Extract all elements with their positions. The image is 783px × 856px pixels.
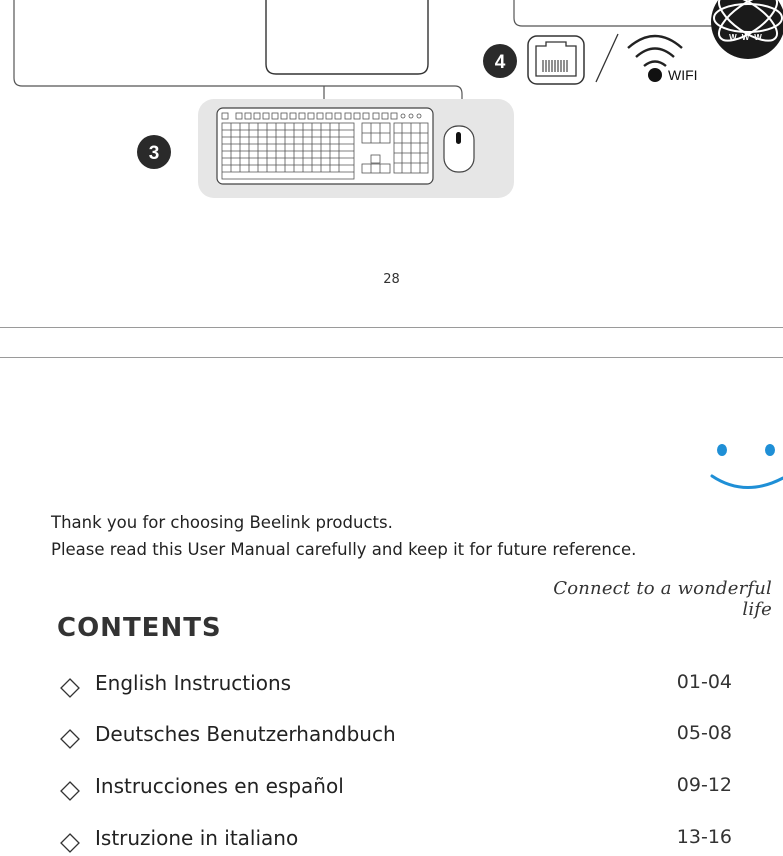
intro-line-1: Thank you for choosing Beelink products. [51, 513, 393, 532]
diamond-icon [60, 729, 80, 749]
tagline: Connect to a wonderful life [553, 578, 772, 620]
toc-item-label: Instrucciones en español [95, 774, 344, 798]
toc-item-pages: 09-12 [676, 774, 732, 796]
diamond-icon [60, 678, 80, 698]
router-outline [513, 0, 712, 27]
toc-item-label: Istruzione in italiano [95, 826, 299, 850]
slash-divider [595, 33, 619, 83]
toc-item-pages: 01-04 [676, 671, 732, 693]
smile-icon [710, 444, 783, 489]
ethernet-port-icon [527, 35, 585, 85]
divider-top [0, 327, 783, 328]
toc-item[interactable]: Deutsches Benutzerhandbuch 05-08 [60, 722, 732, 752]
badge-3-text: 3 [149, 143, 160, 164]
wifi-icon [627, 34, 683, 67]
toc-item[interactable]: Instrucciones en español 09-12 [60, 774, 732, 804]
page-number: 28 [383, 272, 400, 287]
toc-item[interactable]: English Instructions 01-04 [60, 671, 732, 701]
toc-item[interactable]: Istruzione in italiano 13-16 [60, 826, 732, 856]
badge-4-text: 4 [495, 52, 506, 73]
wifi-label: WIFI [668, 67, 698, 83]
toc-item-label: English Instructions [95, 671, 292, 695]
globe-icon: WWW [711, 0, 783, 59]
toc-item-pages: 05-08 [676, 722, 732, 744]
mini-pc-outline [265, 0, 429, 75]
toc-item-label: Deutsches Benutzerhandbuch [95, 722, 396, 746]
diamond-icon [60, 833, 80, 853]
toc-item-pages: 13-16 [676, 826, 732, 848]
intro-line-2: Please read this User Manual carefully a… [51, 540, 637, 559]
intro-text: Thank you for choosing Beelink products.… [51, 509, 636, 563]
contents-title: CONTENTS [57, 613, 222, 643]
diamond-icon [60, 781, 80, 801]
divider-bottom [0, 357, 783, 358]
svg-text:WWW: WWW [729, 33, 767, 42]
